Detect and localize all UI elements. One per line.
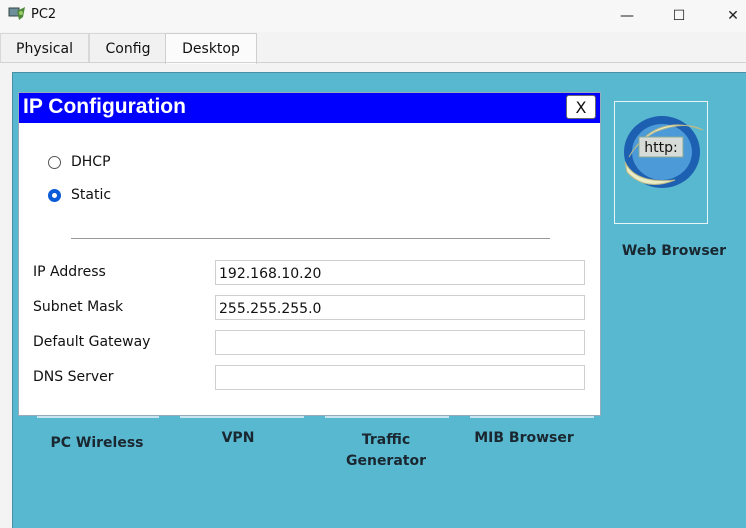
mib-browser-label[interactable]: MIB Browser (458, 430, 590, 446)
ip-address-label: IP Address (33, 264, 106, 280)
tab-bar: Physical Config Desktop (0, 33, 746, 64)
subnet-mask-input[interactable] (215, 295, 585, 320)
minimize-button[interactable]: — (604, 0, 650, 32)
dhcp-label: DHCP (71, 154, 111, 170)
web-browser-tile[interactable]: http: (614, 101, 708, 224)
close-window-button[interactable]: ✕ (710, 0, 746, 32)
dialog-close-button[interactable]: X (566, 95, 596, 119)
ip-configuration-dialog: IP Configuration X DHCP Static IP Addres… (19, 93, 600, 415)
window-titlebar: PC2 — ☐ ✕ (0, 0, 746, 32)
dialog-header: IP Configuration X (19, 93, 600, 123)
ip-address-input[interactable] (215, 260, 585, 285)
section-divider (71, 238, 550, 239)
dialog-title: IP Configuration (23, 95, 186, 118)
packet-tracer-pc-icon (7, 5, 27, 23)
web-browser-icon: http: (624, 116, 704, 188)
tab-divider (0, 62, 746, 63)
static-radio-option[interactable]: Static (48, 187, 111, 203)
tab-config[interactable]: Config (89, 33, 167, 63)
http-text: http: (644, 140, 677, 156)
subnet-mask-label: Subnet Mask (33, 299, 124, 315)
maximize-icon: ☐ (672, 8, 686, 24)
dhcp-radio-option[interactable]: DHCP (48, 154, 111, 170)
pc-wireless-label[interactable]: PC Wireless (30, 435, 164, 451)
window-title: PC2 (31, 7, 57, 22)
close-icon: ✕ (727, 8, 739, 24)
maximize-button[interactable]: ☐ (656, 0, 702, 32)
dhcp-radio[interactable] (48, 155, 61, 169)
dns-server-label: DNS Server (33, 369, 114, 385)
default-gateway-input[interactable] (215, 330, 585, 355)
default-gateway-label: Default Gateway (33, 334, 151, 350)
web-browser-label[interactable]: Web Browser (612, 243, 736, 259)
minimize-icon: — (620, 8, 634, 24)
vpn-label[interactable]: VPN (188, 430, 288, 446)
static-label: Static (71, 187, 112, 203)
dns-server-input[interactable] (215, 365, 585, 390)
traffic-generator-label[interactable]: Traffic Generator (326, 430, 446, 472)
tab-physical[interactable]: Physical (0, 33, 89, 63)
static-radio[interactable] (48, 188, 61, 202)
tab-desktop[interactable]: Desktop (165, 33, 257, 64)
